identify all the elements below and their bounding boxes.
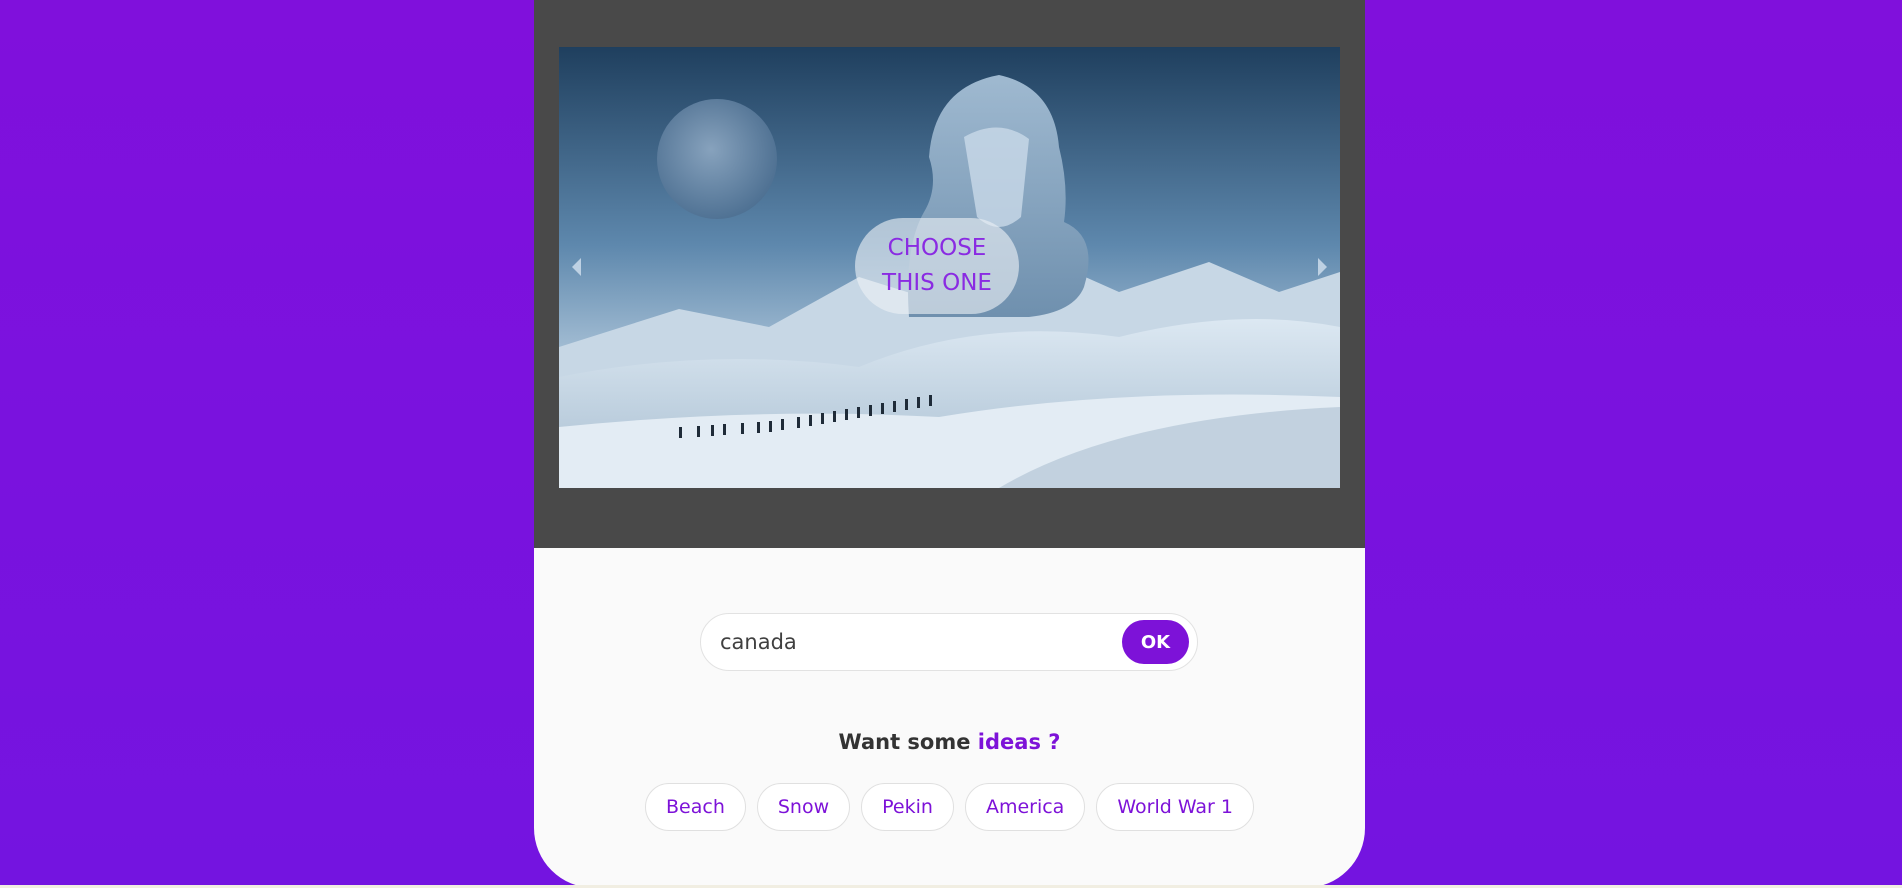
- main-card: CHOOSE THIS ONE OK Want some ideas ? Bea…: [534, 0, 1365, 888]
- ideas-heading-prefix: Want some: [838, 730, 971, 754]
- caret-right-icon[interactable]: [1318, 258, 1327, 276]
- image-viewer: CHOOSE THIS ONE: [534, 0, 1365, 548]
- choose-button-line2: THIS ONE: [882, 270, 992, 296]
- search-bar: OK: [700, 613, 1198, 671]
- idea-tag-beach[interactable]: Beach: [645, 783, 746, 831]
- idea-tag-america[interactable]: America: [964, 783, 1086, 831]
- idea-tags: Beach Snow Pekin America World War 1: [534, 783, 1365, 831]
- choose-this-one-button[interactable]: CHOOSE THIS ONE: [855, 218, 1019, 314]
- carousel-image: CHOOSE THIS ONE: [559, 47, 1340, 488]
- idea-tag-world-war-1[interactable]: World War 1: [1096, 783, 1254, 831]
- ideas-heading: Want some ideas ?: [534, 730, 1365, 754]
- idea-tag-pekin[interactable]: Pekin: [861, 783, 954, 831]
- ideas-heading-accent: ideas ?: [977, 730, 1061, 754]
- ok-button[interactable]: OK: [1122, 620, 1189, 664]
- caret-left-icon[interactable]: [572, 258, 581, 276]
- choose-button-line1: CHOOSE: [887, 235, 987, 261]
- search-input[interactable]: [720, 624, 1100, 660]
- idea-tag-snow[interactable]: Snow: [756, 783, 851, 831]
